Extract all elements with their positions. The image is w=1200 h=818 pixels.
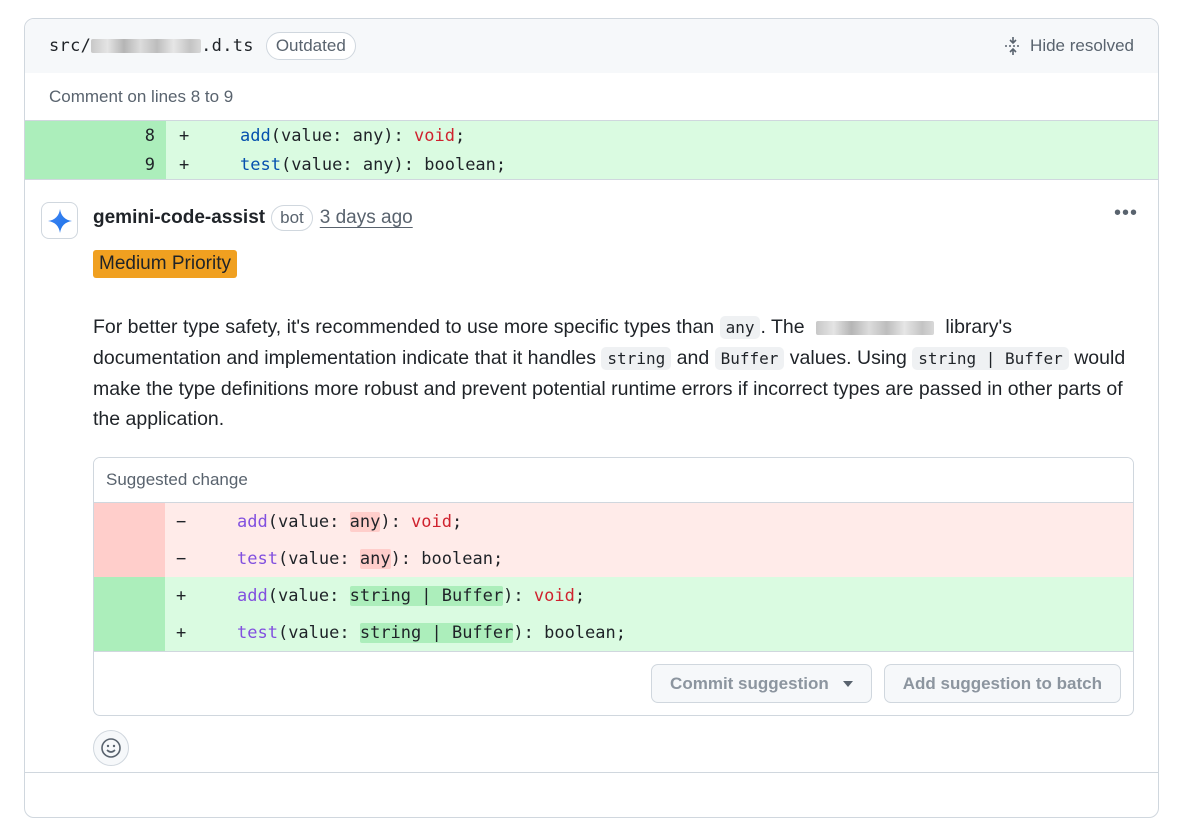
gutter	[94, 614, 165, 651]
suggestion-added-line: + test(value: string | Buffer): boolean;	[94, 614, 1133, 651]
review-thread-card: src/ .d.ts Outdated Hide resolved Commen…	[24, 18, 1159, 818]
bot-badge: bot	[271, 205, 313, 231]
diff-code: add(value: any): void;	[240, 125, 466, 146]
inline-code: string | Buffer	[912, 347, 1069, 370]
diff-sign: +	[179, 125, 190, 146]
comment-lines-label: Comment on lines 8 to 9	[25, 73, 1158, 121]
diff-sign: +	[179, 154, 190, 175]
gemini-sparkle-icon	[47, 208, 72, 233]
avatar[interactable]	[41, 202, 78, 239]
diff-context: 8 + add(value: any): void; 9 + test(valu…	[25, 121, 1158, 180]
diff-code: add(value: string | Buffer): void;	[237, 585, 586, 606]
comment-body: For better type safety, it's recommended…	[93, 316, 1126, 430]
caret-down-icon[interactable]	[842, 680, 853, 687]
file-path[interactable]: src/ .d.ts	[49, 36, 254, 56]
diff-line: 8 + add(value: any): void;	[25, 121, 1158, 150]
add-reaction-button[interactable]	[93, 730, 129, 766]
review-comment: gemini-code-assist bot 3 days ago ••• Me…	[25, 180, 1158, 766]
file-header: src/ .d.ts Outdated Hide resolved	[25, 19, 1158, 73]
gutter	[94, 503, 165, 540]
unfold-icon	[1005, 37, 1020, 55]
diff-code: test(value: any): boolean;	[237, 548, 504, 569]
add-to-batch-label: Add suggestion to batch	[902, 673, 1102, 693]
suggestion-removed-line: − add(value: any): void;	[94, 503, 1133, 540]
kebab-icon[interactable]: •••	[1114, 202, 1138, 225]
diff-code: test(value: string | Buffer): boolean;	[237, 622, 626, 643]
outdated-badge: Outdated	[265, 32, 356, 60]
comment-timestamp[interactable]: 3 days ago	[320, 207, 413, 229]
commit-suggestion-button[interactable]: Commit suggestion	[651, 664, 872, 703]
inline-code: any	[719, 316, 761, 339]
line-number[interactable]: 8	[25, 121, 166, 150]
diff-code: test(value: any): boolean;	[240, 154, 507, 175]
smiley-icon	[101, 738, 121, 758]
suggestion-removed-line: − test(value: any): boolean;	[94, 540, 1133, 577]
diff-sign: +	[176, 622, 187, 643]
diff-sign: −	[176, 511, 187, 532]
diff-line: 9 + test(value: any): boolean;	[25, 150, 1158, 179]
comment-header: gemini-code-assist bot 3 days ago •••	[93, 180, 1158, 256]
suggested-change-header: Suggested change	[94, 458, 1133, 503]
hide-resolved-label: Hide resolved	[1030, 36, 1134, 55]
diff-sign: −	[176, 548, 187, 569]
suggested-change: Suggested change − add(value: any): void…	[93, 457, 1134, 716]
author-name[interactable]: gemini-code-assist	[93, 207, 265, 229]
suggestion-actions: Commit suggestion Add suggestion to batc…	[94, 651, 1133, 715]
file-path-prefix: src/	[49, 36, 92, 56]
suggestion-added-line: + add(value: string | Buffer): void;	[94, 577, 1133, 614]
hide-resolved-button[interactable]: Hide resolved	[1004, 19, 1134, 73]
diff-sign: +	[176, 585, 187, 606]
gutter	[94, 540, 165, 577]
inline-code: string	[601, 347, 672, 370]
redacted-library-name	[815, 320, 934, 335]
redacted-filename	[91, 39, 202, 53]
file-path-suffix: .d.ts	[201, 36, 254, 56]
commit-suggestion-label: Commit suggestion	[670, 673, 829, 693]
add-suggestion-to-batch-button[interactable]: Add suggestion to batch	[883, 664, 1121, 703]
line-number[interactable]: 9	[25, 150, 166, 179]
gutter	[94, 577, 165, 614]
divider	[25, 772, 1158, 773]
diff-code: add(value: any): void;	[237, 511, 463, 532]
inline-code: Buffer	[714, 347, 785, 370]
